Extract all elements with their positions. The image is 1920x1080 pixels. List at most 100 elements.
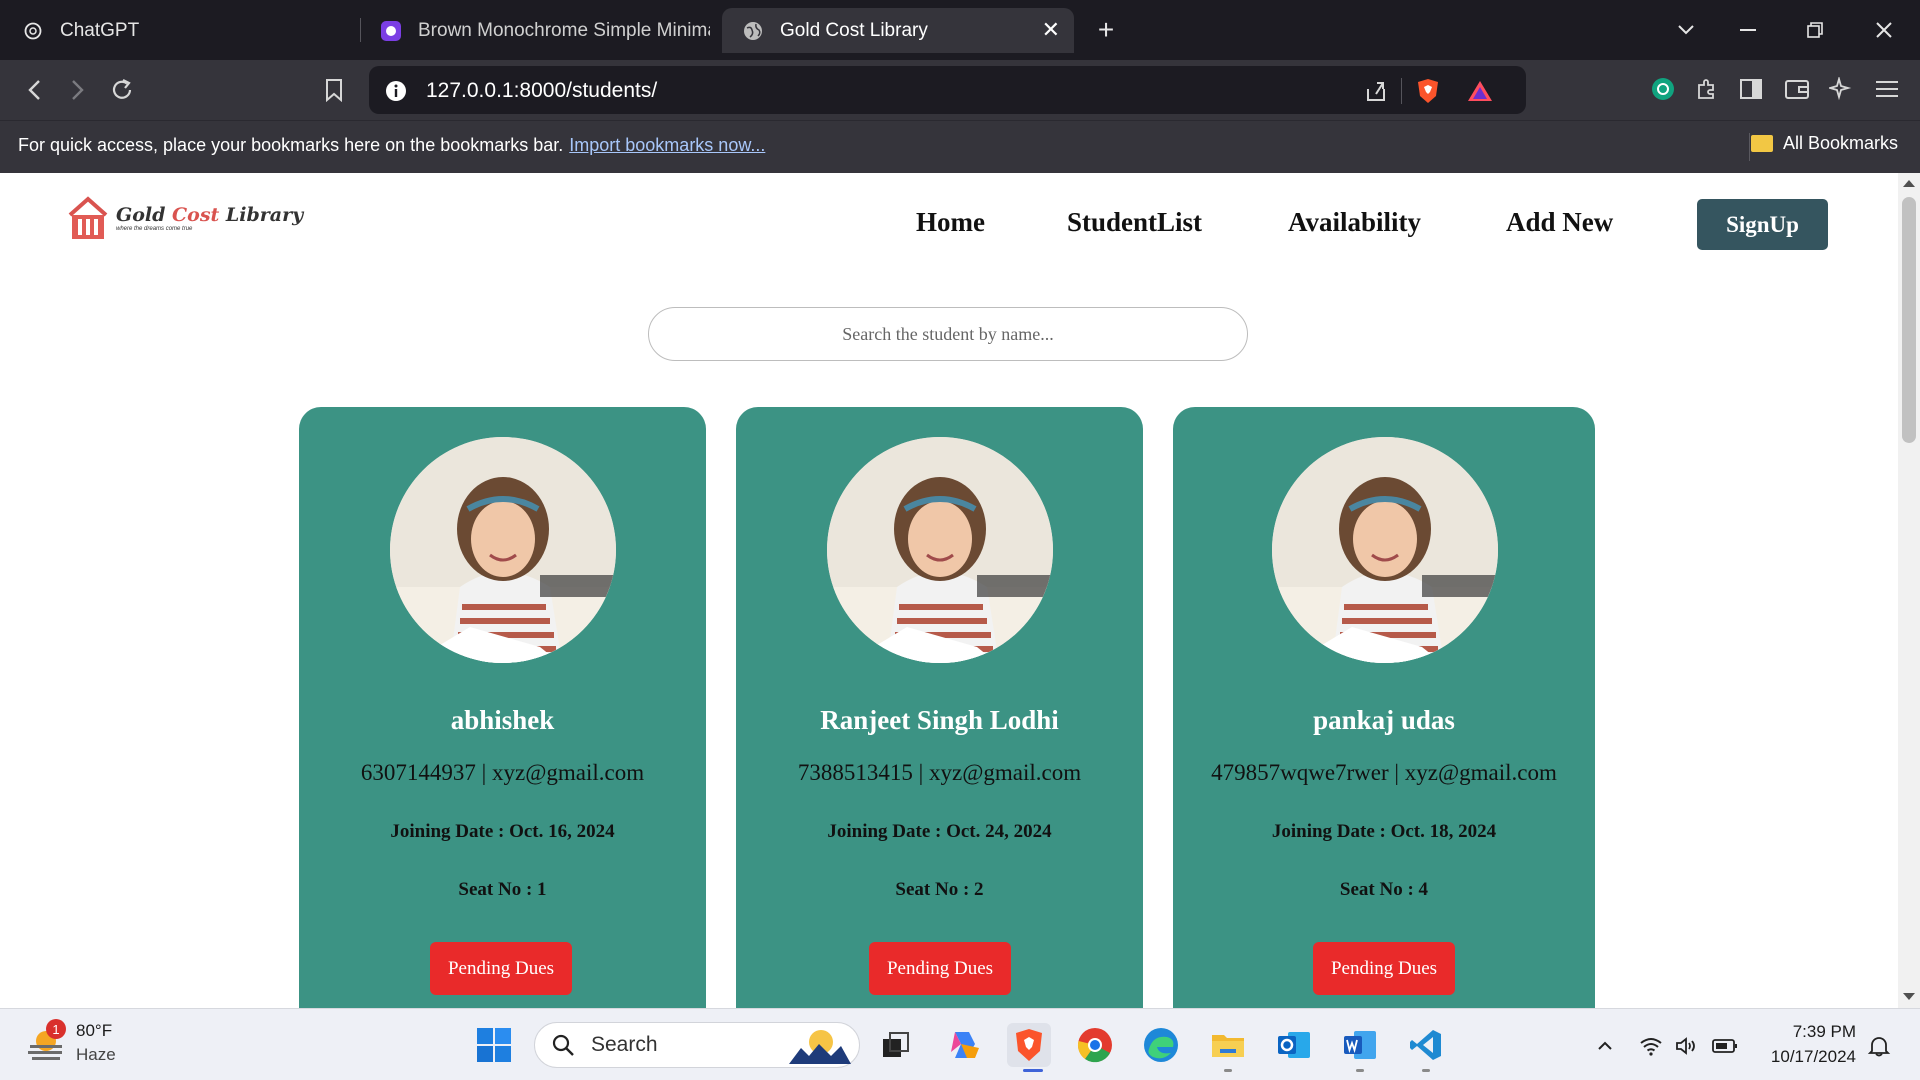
minimize-icon[interactable] xyxy=(1730,12,1766,48)
tab-chatgpt[interactable]: ChatGPT xyxy=(22,8,352,53)
chatgpt-extension-icon[interactable] xyxy=(1648,74,1678,104)
copilot-icon[interactable] xyxy=(942,1023,986,1067)
student-seat: Seat No : 4 xyxy=(1339,879,1429,900)
system-clock[interactable]: 7:39 PM 10/17/2024 xyxy=(1756,1019,1856,1069)
scroll-thumb[interactable] xyxy=(1902,197,1916,443)
scroll-down-arrow-icon[interactable] xyxy=(1903,993,1915,1000)
show-hidden-icons-icon[interactable] xyxy=(1592,1033,1618,1059)
search-highlight-icon xyxy=(789,1030,851,1064)
vscode-icon[interactable] xyxy=(1404,1023,1448,1067)
student-seat: Seat No : 2 xyxy=(895,879,984,900)
reload-icon[interactable] xyxy=(104,72,140,108)
student-card: Ranjeet Singh Lodhi 7388513415 | xyz@gma… xyxy=(736,407,1143,1008)
wallet-icon[interactable] xyxy=(1782,74,1812,104)
windows-taskbar: 1 80°F Haze Search 7:39 PM 10/17/2024 xyxy=(0,1008,1920,1080)
haze-weather-icon: 1 xyxy=(26,1019,66,1063)
student-search-input[interactable] xyxy=(648,307,1248,361)
pending-dues-button[interactable]: Pending Dues xyxy=(430,942,572,995)
pending-dues-button[interactable]: Pending Dues xyxy=(869,942,1011,995)
brave-rewards-icon[interactable] xyxy=(1467,78,1493,104)
taskbar-search-label: Search xyxy=(591,1033,658,1056)
sidebar-icon[interactable] xyxy=(1736,74,1766,104)
nav-add-new[interactable]: Add New xyxy=(1506,207,1613,238)
all-bookmarks-label: All Bookmarks xyxy=(1782,133,1898,153)
chrome-icon[interactable] xyxy=(1073,1023,1117,1067)
weather-widget[interactable]: 1 80°F Haze xyxy=(26,1019,116,1067)
open-app-indicator xyxy=(1356,1069,1364,1072)
browser-toolbar: 127.0.0.1:8000/students/ xyxy=(0,60,1920,120)
tab-canva[interactable]: Brown Monochrome Simple Minima xyxy=(380,8,710,53)
logo-word-cost: Cost xyxy=(172,204,220,226)
nav-student-list[interactable]: StudentList xyxy=(1067,207,1202,238)
signup-button[interactable]: SignUp xyxy=(1697,199,1828,250)
nav-availability[interactable]: Availability xyxy=(1288,207,1421,238)
close-tab-icon[interactable]: ✕ xyxy=(1042,17,1060,43)
nav-home[interactable]: Home xyxy=(916,207,985,238)
task-view-icon[interactable] xyxy=(874,1023,918,1067)
site-logo[interactable]: Gold Cost Library where the dreams come … xyxy=(66,195,303,241)
notifications-bell-icon[interactable] xyxy=(1866,1033,1892,1059)
extensions-icon[interactable] xyxy=(1692,74,1722,104)
volume-icon[interactable] xyxy=(1674,1033,1700,1059)
tab-title: Gold Cost Library xyxy=(780,19,928,41)
tab-title: ChatGPT xyxy=(60,19,140,41)
library-logo-icon xyxy=(68,196,108,239)
address-bar-divider xyxy=(1401,78,1402,104)
weather-condition: Haze xyxy=(76,1045,116,1064)
open-app-indicator xyxy=(1224,1069,1232,1072)
share-icon[interactable] xyxy=(1363,78,1389,104)
leo-ai-icon[interactable] xyxy=(1826,74,1856,104)
active-app-indicator xyxy=(1023,1069,1043,1072)
scroll-up-arrow-icon[interactable] xyxy=(1903,180,1915,187)
site-info-icon[interactable] xyxy=(383,78,409,104)
outlook-icon[interactable] xyxy=(1272,1023,1316,1067)
word-icon[interactable] xyxy=(1338,1023,1382,1067)
battery-icon[interactable] xyxy=(1712,1033,1738,1059)
student-joining-date: Joining Date : Oct. 16, 2024 xyxy=(390,821,615,842)
chatgpt-icon xyxy=(22,20,44,42)
taskbar-search-box[interactable]: Search xyxy=(534,1022,860,1068)
logo-tagline: where the dreams come true xyxy=(116,226,193,232)
student-avatar xyxy=(1272,437,1498,663)
student-card: abhishek 6307144937 | xyz@gmail.com Join… xyxy=(299,407,706,1008)
windows-start-icon[interactable] xyxy=(472,1023,516,1067)
wifi-icon[interactable] xyxy=(1638,1033,1664,1059)
bookmark-icon[interactable] xyxy=(316,72,352,108)
import-bookmarks-link[interactable]: Import bookmarks now... xyxy=(569,135,765,155)
new-tab-icon[interactable]: + xyxy=(1088,12,1124,48)
tab-title: Brown Monochrome Simple Minima xyxy=(418,19,710,41)
student-joining-date: Joining Date : Oct. 18, 2024 xyxy=(1271,821,1497,842)
close-window-icon[interactable] xyxy=(1866,12,1902,48)
student-avatar xyxy=(827,437,1053,663)
edge-icon[interactable] xyxy=(1139,1023,1183,1067)
pending-dues-button[interactable]: Pending Dues xyxy=(1313,942,1455,995)
address-bar[interactable]: 127.0.0.1:8000/students/ xyxy=(369,66,1526,114)
brave-shields-icon[interactable] xyxy=(1415,78,1441,104)
brave-taskbar-icon[interactable] xyxy=(1007,1023,1051,1067)
logo-word-gold: Gold xyxy=(116,204,173,226)
clock-time: 7:39 PM xyxy=(1792,1022,1856,1041)
bookmarks-message: For quick access, place your bookmarks h… xyxy=(18,135,765,156)
page-scrollbar[interactable] xyxy=(1898,173,1920,1008)
tab-search-chevron-icon[interactable] xyxy=(1668,12,1704,48)
logo-wordmark: Gold Cost Library xyxy=(116,204,303,226)
url-text: 127.0.0.1:8000/students/ xyxy=(426,79,658,102)
bookmarks-bar: For quick access, place your bookmarks h… xyxy=(0,120,1920,173)
logo-word-library: Library xyxy=(219,204,304,226)
canva-icon xyxy=(380,20,402,42)
weather-alert-badge: 1 xyxy=(46,1019,66,1039)
student-contact: 7388513415 | xyz@gmail.com xyxy=(797,760,1082,785)
clock-date: 10/17/2024 xyxy=(1770,1047,1856,1066)
menu-icon[interactable] xyxy=(1872,74,1902,104)
back-icon[interactable] xyxy=(16,72,52,108)
tab-divider xyxy=(360,18,361,42)
page-content: Gold Cost Library where the dreams come … xyxy=(0,173,1898,1008)
restore-icon[interactable] xyxy=(1797,12,1833,48)
search-icon xyxy=(552,1034,574,1056)
browser-tab-bar: ChatGPT Brown Monochrome Simple Minima G… xyxy=(0,0,1920,60)
file-explorer-icon[interactable] xyxy=(1206,1023,1250,1067)
tab-gold-cost-library[interactable]: Gold Cost Library ✕ xyxy=(722,8,1074,53)
all-bookmarks-button[interactable]: All Bookmarks xyxy=(1750,133,1898,154)
bookmarks-divider xyxy=(1749,133,1750,161)
forward-icon[interactable] xyxy=(60,72,96,108)
